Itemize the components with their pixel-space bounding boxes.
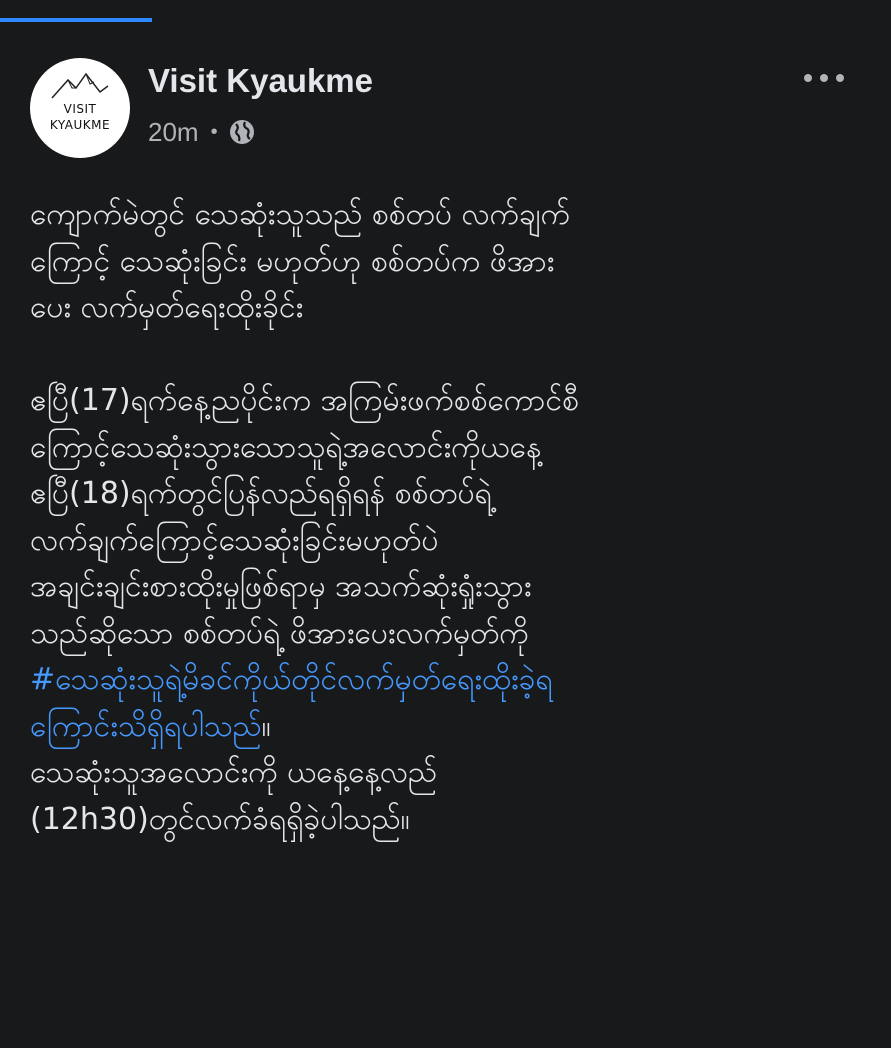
post-text-line: သည်ဆိုသော စစ်တပ်ရဲ့ ဖိအားပေးလက်မှတ်ကို: [30, 615, 529, 651]
post-text-line: ကြောင့်သေဆုံးသွားသောသူရဲ့အလောင်းကိုယနေ့: [30, 429, 542, 465]
post-text-line: လက်ချက်ကြောင့်သေဆုံးခြင်းမဟုတ်ပဲ: [30, 522, 439, 558]
post-text-line: ကျောက်မဲတွင် သေဆုံးသူသည် စစ်တပ် လက်ချက်: [30, 197, 570, 232]
hashtag-link[interactable]: #သေဆုံးသူရဲ့မိခင်ကိုယ်တိုင်လက်မှတ်ရေးထို…: [30, 657, 875, 704]
page-name-link[interactable]: Visit Kyaukme: [148, 60, 373, 102]
meta-separator: •: [210, 120, 218, 143]
more-dot: [836, 74, 844, 82]
post-timestamp[interactable]: 20m: [148, 117, 199, 148]
more-dot: [804, 74, 812, 82]
post-text-line: ဧပြီ(17)ရက်နေ့ညပိုင်းက အကြမ်းဖက်စစ်ကောင်…: [30, 383, 580, 418]
logo-text-kyaukme: KYAUKME: [49, 118, 111, 132]
more-options-button[interactable]: [804, 66, 844, 90]
globe-icon: [228, 118, 256, 146]
post-text-line: ဧပြီ(18)ရက်တွင်ပြန်လည်ရရှိရန် စစ်တပ်ရဲ့: [30, 476, 492, 511]
sentence-end: ။: [261, 708, 271, 744]
logo-text-visit: VISIT: [63, 102, 97, 116]
post-text-line: အချင်းချင်းစားထိုးမှုဖြစ်ရာမှ အသက်ဆုံးရှ…: [30, 569, 532, 604]
post-text-line: ကြောင့် သေဆုံးခြင်း မဟုတ်ဟု စစ်တပ်က ဖိအာ…: [30, 243, 555, 279]
post-text-line: ကြောင်းသိရှိရပါသည်။: [30, 704, 875, 751]
top-bar: [0, 0, 891, 22]
page-avatar[interactable]: VISIT KYAUKME: [30, 58, 130, 158]
loading-progress-bar: [0, 18, 152, 22]
post-text-line: သေဆုံးသူအလောင်းကို ယနေ့နေ့လည်: [30, 755, 438, 790]
hashtag-link-continued[interactable]: ကြောင်းသိရှိရပါသည်: [30, 709, 262, 744]
post-text-line: ပေး လက်မှတ်ရေးထိုးခိုင်း: [30, 290, 304, 325]
post-text-line: (12h30)တွင်လက်ခံရရှိခဲ့ပါသည်။: [30, 801, 410, 837]
post-meta: 20m •: [148, 112, 256, 152]
more-dot: [820, 74, 828, 82]
post-text: ကျောက်မဲတွင် သေဆုံးသူသည် စစ်တပ် လက်ချက် …: [30, 192, 875, 843]
